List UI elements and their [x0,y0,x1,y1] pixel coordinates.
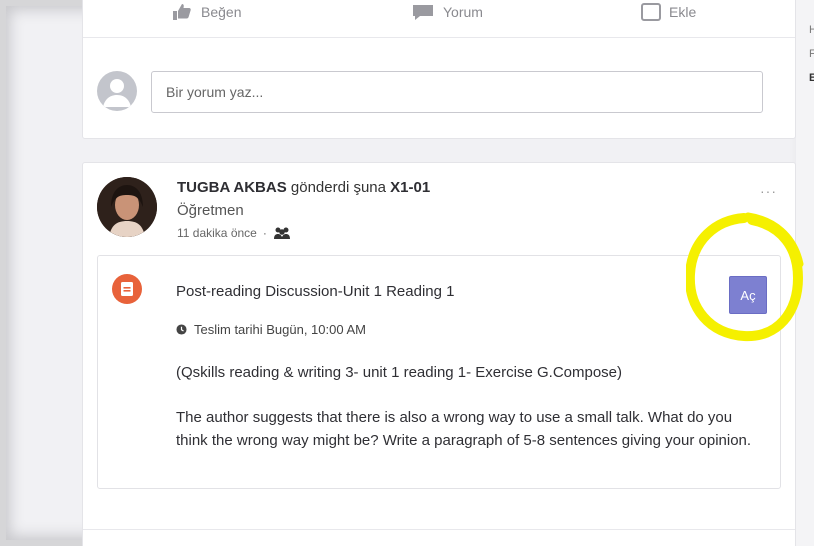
comment-button[interactable]: Yorum [411,3,483,21]
post-time[interactable]: 11 dakika önce [177,226,257,240]
like-button[interactable]: Beğen [171,3,241,21]
post-card: TUGBA AKBAS gönderdi şuna X1-01 Öğretmen… [82,162,796,546]
assignment-description: The author suggests that there is also a… [176,409,752,449]
author-line: TUGBA AKBAS gönderdi şuna X1-01 [177,179,430,196]
audience-icon [273,227,290,239]
thumbs-up-icon [173,4,191,20]
share-label: Ekle [669,4,697,20]
target-class[interactable]: X1-01 [390,179,430,196]
due-date: Teslim tarihi Bugün, 10:00 AM [176,322,366,337]
user-avatar-icon [97,71,137,111]
more-options-icon[interactable]: ··· [760,183,777,199]
right-strip-letter: E [809,72,814,84]
right-sidebar-strip: H F E [796,0,814,546]
author-role: Öğretmen [177,202,244,219]
author-avatar[interactable] [97,177,157,237]
post-meta: 11 dakika önce · [177,226,430,240]
post-verb: gönderdi şuna [290,179,386,196]
speech-bubble-icon [413,5,433,20]
open-assignment-button[interactable]: Aç [729,276,767,314]
comment-row [83,61,795,121]
comment-label: Yorum [443,4,483,20]
right-strip-letter: F [809,48,814,60]
clock-icon [176,324,187,335]
meta-separator: · [262,226,267,240]
comment-input[interactable] [151,71,763,113]
post-header: TUGBA AKBAS gönderdi şuna X1-01 Öğretmen… [177,179,430,240]
share-button[interactable]: Ekle [641,3,696,21]
previous-post-card: Beğen Yorum Ekle [82,0,796,139]
divider [83,529,795,530]
app-frame: H F E Beğen Yorum Ekle Bir yorum yaz... … [0,0,814,546]
assignment-title[interactable]: Post-reading Discussion-Unit 1 Reading 1 [176,283,454,300]
assignment-subtitle: (Qskills reading & writing 3- unit 1 rea… [176,364,623,381]
assignment-icon [112,274,142,304]
like-label: Beğen [201,4,242,20]
due-date-text: Teslim tarihi Bugün, 10:00 AM [194,322,366,337]
post-action-row: Beğen Yorum Ekle [83,1,795,38]
author-name[interactable]: TUGBA AKBAS [177,179,287,196]
assignment-card: Post-reading Discussion-Unit 1 Reading 1… [97,255,781,489]
document-icon [641,3,661,21]
right-strip-letter: H [809,24,814,36]
